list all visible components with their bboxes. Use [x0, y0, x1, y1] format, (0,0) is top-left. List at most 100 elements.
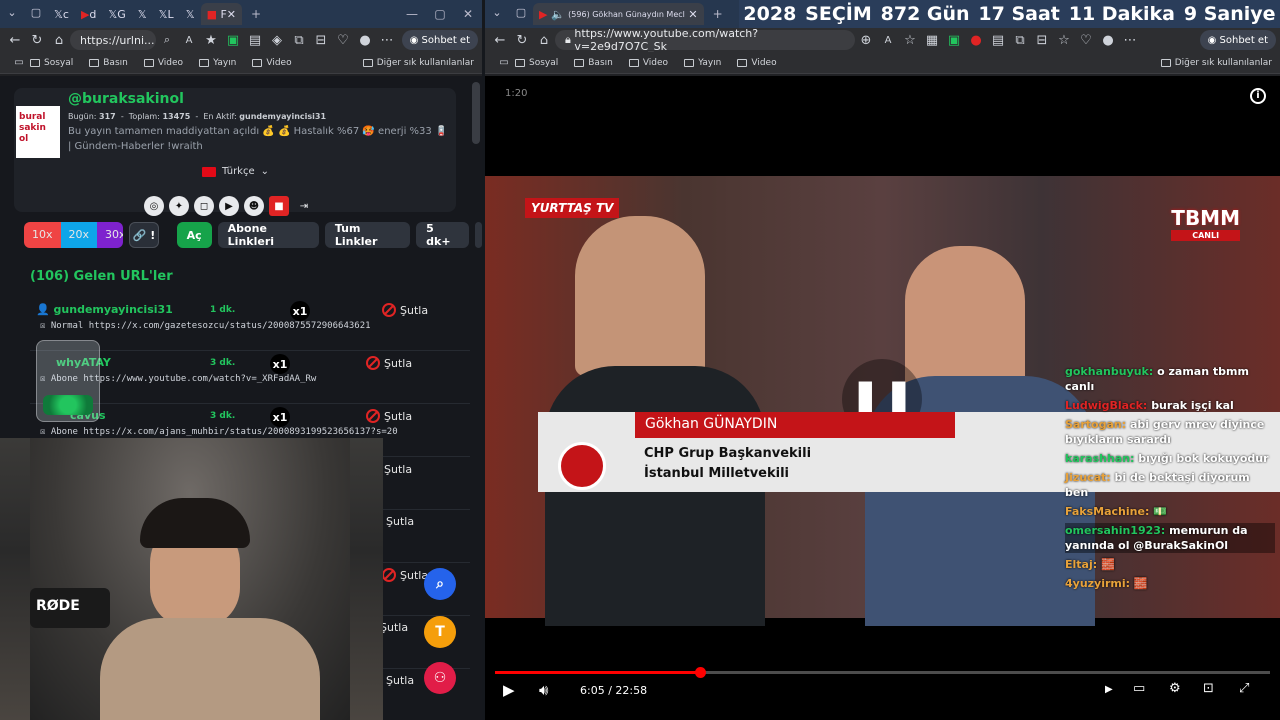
abone-linkleri-button[interactable]: Abone Linkleri [217, 222, 319, 248]
favorite-icon[interactable]: ★ [200, 33, 222, 48]
instagram-icon[interactable]: ◻ [194, 196, 214, 216]
extension-icon-2[interactable]: ▤ [244, 33, 266, 48]
profile-avatar-icon[interactable]: ● [1097, 33, 1119, 48]
link-button[interactable]: 🔗 ! [129, 222, 159, 248]
fullscreen-icon[interactable]: ⤢ [1239, 681, 1249, 696]
extension-icon-4[interactable]: ▤ [987, 33, 1009, 48]
bookmark-basin[interactable]: Basın [89, 58, 128, 68]
bookmarks-menu-icon[interactable]: ▭ [8, 57, 30, 68]
split-screen-icon[interactable]: ⊟ [1031, 33, 1053, 48]
extensions-icon[interactable]: ⧉ [1009, 33, 1031, 48]
split-screen-icon[interactable]: ⊟ [310, 33, 332, 48]
progress-handle[interactable] [695, 667, 707, 678]
row-link[interactable]: ☒ Abone https://x.com/ajans_muhbir/statu… [40, 427, 398, 437]
web-icon[interactable]: ◎ [144, 196, 164, 216]
home-icon[interactable]: ⌂ [48, 33, 70, 48]
users-fab[interactable]: ⚇ [424, 662, 456, 694]
extensions-icon[interactable]: ⧉ [288, 33, 310, 48]
extension-icon[interactable]: ▣ [222, 33, 244, 48]
home-icon[interactable]: ⌂ [533, 33, 555, 48]
collections-icon[interactable]: ♡ [332, 33, 354, 48]
bookmark-basin[interactable]: Basın [574, 58, 613, 68]
back-icon[interactable]: ← [4, 33, 26, 48]
tab-x-5[interactable]: 𝕏 [180, 3, 201, 25]
play-button[interactable]: ▶ [503, 681, 515, 699]
extension-icon-3[interactable]: ● [965, 33, 987, 48]
tab-x-2[interactable]: 𝕏 G [102, 3, 131, 25]
tab-urlnizi[interactable]: ■ F ✕ [200, 3, 243, 25]
bookmark-yayin[interactable]: Yayın [199, 58, 236, 68]
theater-mode-icon[interactable]: ⊡ [1203, 681, 1214, 696]
copilot-button[interactable]: ◉ Sohbet et [401, 30, 478, 50]
workspaces-icon[interactable]: ▢ [513, 6, 529, 22]
tab-x-3[interactable]: 𝕏 [132, 3, 153, 25]
video-player[interactable]: 1:20 i YURTTAŞ TV TBMM CANLI ❚❚ CHP Grup… [485, 76, 1280, 720]
30x-button[interactable]: 30x [97, 222, 124, 248]
bookmark-video-2[interactable]: Video [737, 58, 777, 68]
copilot-button[interactable]: ◉ Sohbet et [1199, 30, 1276, 50]
row-link[interactable]: ☒ Normal https://x.com/gazetesozcu/statu… [40, 321, 371, 331]
tab-actions-icon[interactable]: ⌄ [4, 6, 20, 22]
url-field[interactable]: https://urlni... [70, 30, 156, 50]
tab-youtube-video[interactable]: ▶ 🔈 (596) Gökhan Günaydın Mecl ✕ [533, 3, 704, 25]
20x-button[interactable]: 20x [60, 222, 98, 248]
row-user[interactable]: 👤 gundemyayincisi31 [36, 303, 173, 316]
sutla-button[interactable]: Şutla [366, 356, 412, 370]
tab-actions-icon[interactable]: ⌄ [489, 6, 505, 22]
extension-icon[interactable]: ▦ [921, 33, 943, 48]
tab-x-1[interactable]: 𝕏 c [48, 3, 75, 25]
5dk-button[interactable]: 5 dk+ [416, 222, 469, 248]
extension-icon-2[interactable]: ▣ [943, 33, 965, 48]
sutla-button[interactable]: Şutla [386, 515, 414, 528]
favorite-icon[interactable]: ☆ [899, 33, 921, 48]
bookmark-video[interactable]: Video [628, 58, 668, 68]
overflow-button[interactable] [474, 222, 482, 248]
close-button[interactable]: ✕ [454, 7, 482, 21]
favorites-icon[interactable]: ☆ [1053, 33, 1075, 48]
read-aloud-icon[interactable]: A [178, 35, 200, 46]
autoplay-icon[interactable]: ▶ [1105, 684, 1113, 695]
extension-icon-3[interactable]: ◈ [266, 33, 288, 48]
tab-x-4[interactable]: 𝕏 L [153, 3, 180, 25]
sutla-button[interactable]: Şutla [366, 409, 412, 423]
bookmark-sosyal[interactable]: Sosyal [30, 58, 73, 68]
t-fab[interactable]: T [424, 616, 456, 648]
new-tab-button[interactable]: + [704, 7, 732, 21]
kick-icon[interactable]: ■ [269, 196, 289, 216]
other-bookmarks[interactable]: Diğer sık kullanılanlar [1160, 58, 1272, 68]
collections-icon[interactable]: ♡ [1075, 33, 1097, 48]
language-select[interactable]: Türkçe ⌄ [202, 166, 269, 177]
refresh-icon[interactable]: ↻ [511, 33, 533, 48]
tab-youtube[interactable]: ▶ d [75, 3, 102, 25]
scrollbar[interactable] [472, 82, 480, 144]
bookmark-sosyal[interactable]: Sosyal [515, 58, 558, 68]
volume-icon[interactable]: 🔊︎ [539, 681, 548, 699]
subtitles-icon[interactable]: ▭ [1133, 681, 1145, 696]
ac-button[interactable]: Aç [176, 222, 212, 248]
progress-bar[interactable] [495, 667, 1270, 678]
maximize-button[interactable]: ▢ [426, 7, 454, 21]
search-icon[interactable]: ⌕ [156, 33, 178, 47]
workspaces-icon[interactable]: ▢ [28, 6, 44, 22]
sutla-button[interactable]: Şutla [382, 568, 428, 582]
bookmark-video-2[interactable]: Video [252, 58, 292, 68]
new-tab-button[interactable]: + [242, 7, 270, 21]
username[interactable]: @buraksakinol [68, 91, 184, 107]
url-field[interactable]: 🔒︎ https://www.youtube.com/watch?v=2e9d7… [555, 27, 855, 53]
10x-button[interactable]: 10x [24, 222, 61, 248]
bookmarks-menu-icon[interactable]: ▭ [493, 57, 515, 68]
settings-icon[interactable]: ⚙ [1169, 681, 1181, 696]
refresh-icon[interactable]: ↻ [26, 33, 48, 48]
more-icon[interactable]: ⋯ [376, 33, 398, 48]
youtube-icon[interactable]: ▶ [219, 196, 239, 216]
sutla-button[interactable]: Şutla [386, 674, 414, 687]
sutla-button[interactable]: Şutla [382, 303, 428, 317]
bookmark-video[interactable]: Video [143, 58, 183, 68]
tum-linkler-button[interactable]: Tum Linkler [324, 222, 411, 248]
search-fab[interactable]: ⌕ [424, 568, 456, 600]
back-icon[interactable]: ← [489, 33, 511, 48]
logout-icon[interactable]: ⇥ [294, 196, 314, 216]
mute-tab-icon[interactable]: 🔈 [551, 8, 565, 21]
minimize-button[interactable]: — [398, 7, 426, 21]
app-available-icon[interactable]: ⊕ [855, 33, 877, 48]
